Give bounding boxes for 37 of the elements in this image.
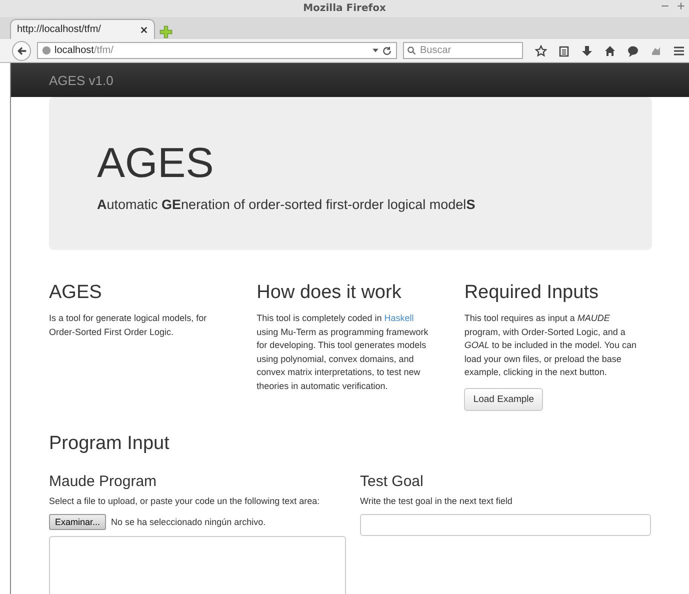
help-text: Write the test goal in the next text field — [360, 496, 514, 506]
address-bar[interactable]: localhost/tfm/ — [37, 42, 397, 59]
section-heading: How does it work — [256, 282, 402, 304]
goal-input-field[interactable] — [360, 514, 651, 536]
window-title: Mozilla Firefox — [303, 3, 386, 14]
search-icon — [407, 46, 416, 55]
back-arrow-icon — [16, 46, 27, 56]
haskell-link[interactable]: Haskell — [384, 313, 414, 323]
section-text: This tool requires as input a MAUDE program, with Order-Sorted Logic, and a GOAL to be included in the model. You can load your own files, or preload the base example, clicking in the next button. — [464, 312, 638, 379]
clipboard-icon[interactable] — [558, 44, 570, 56]
menu-icon[interactable] — [673, 44, 685, 56]
section-heading: Required Inputs — [464, 282, 600, 304]
brand-link[interactable]: AGES v1.0 — [49, 72, 114, 88]
browser-tab[interactable]: http://localhost/tfm/ — [10, 19, 155, 39]
close-icon[interactable] — [140, 26, 148, 34]
subsection-heading: Test Goal — [360, 472, 424, 490]
bookmark-star-icon[interactable] — [535, 44, 547, 56]
chat-icon[interactable] — [627, 44, 639, 56]
load-example-button[interactable]: Load Example — [464, 388, 544, 410]
section-text: This tool is completely coded in Haskell using Mu-Term as programming framework for developing. This tool generates models using polynomial, convex domains, and convex matrix interpretations, to test new theories in automatic verification. — [256, 312, 430, 392]
subsection-heading: Maude Program — [49, 472, 158, 490]
section-heading: AGES — [49, 282, 103, 304]
dropdown-icon[interactable] — [372, 47, 379, 54]
section-heading: Program Input — [49, 432, 170, 454]
help-text: Select a file to upload, or paste your code un the following text area: — [49, 496, 321, 506]
file-status: No se ha seleccionado ningún archivo. — [111, 516, 266, 526]
page-title: AGES — [97, 139, 215, 187]
home-icon[interactable] — [604, 44, 616, 56]
search-field[interactable]: Buscar — [403, 42, 523, 59]
reload-icon[interactable] — [382, 46, 392, 56]
section-text: Is a tool for generate logical models, for Order-Sorted First Order Logic. — [49, 312, 208, 339]
download-icon[interactable] — [581, 44, 593, 56]
maximize-icon[interactable] — [677, 2, 685, 10]
back-button[interactable] — [12, 40, 32, 60]
browse-button[interactable]: Examinar... — [49, 514, 106, 530]
globe-icon — [42, 46, 52, 55]
page-subtitle: Automatic GEneration of order-sorted first-order logical modelS — [97, 197, 476, 212]
